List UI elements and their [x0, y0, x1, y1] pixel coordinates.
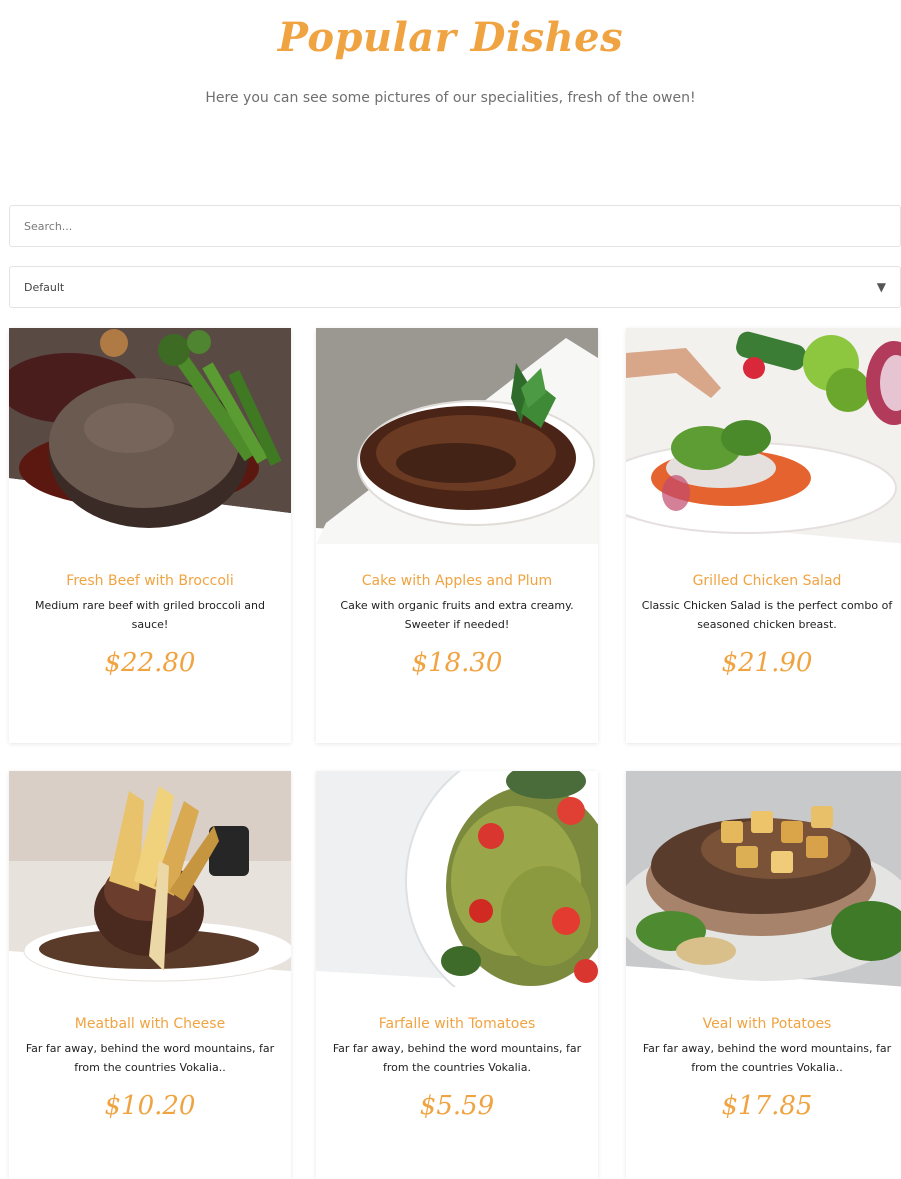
- meatball-photo: [9, 771, 291, 987]
- dish-price: $21.90: [721, 648, 813, 678]
- dish-price: $17.85: [721, 1091, 813, 1121]
- dish-info: Farfalle with Tomatoes Far far away, beh…: [316, 1015, 598, 1121]
- dish-description: Medium rare beef with griled broccoli an…: [35, 599, 265, 631]
- dish-info: Cake with Apples and Plum Cake with orga…: [316, 572, 598, 678]
- dish-card-farfalle[interactable]: Farfalle with Tomatoes Far far away, beh…: [316, 771, 598, 1179]
- dish-description: Far far away, behind the word mountains,…: [332, 1042, 582, 1074]
- dish-name: Fresh Beef with Broccoli: [66, 573, 234, 589]
- dish-card-chicken-salad[interactable]: Grilled Chicken Salad Classic Chicken Sa…: [626, 328, 901, 743]
- page-subtitle: Here you can see some pictures of our sp…: [205, 90, 696, 106]
- dish-card-veal[interactable]: Veal with Potatoes Far far away, behind …: [626, 771, 901, 1179]
- beef-broccoli-photo: [9, 328, 291, 544]
- creme-brulee-photo: [316, 328, 598, 544]
- search-input[interactable]: [9, 205, 901, 247]
- sort-select[interactable]: Default ▼: [9, 266, 901, 308]
- dish-name: Farfalle with Tomatoes: [378, 1016, 536, 1032]
- dish-name: Cake with Apples and Plum: [361, 573, 553, 589]
- dish-card-meatball[interactable]: Meatball with Cheese Far far away, behin…: [9, 771, 291, 1179]
- dish-info: Veal with Potatoes Far far away, behind …: [626, 1015, 901, 1121]
- dish-description: Far far away, behind the word mountains,…: [642, 1042, 892, 1074]
- dish-price: $18.30: [411, 648, 503, 678]
- dish-info: Meatball with Cheese Far far away, behin…: [9, 1015, 291, 1121]
- dish-info: Fresh Beef with Broccoli Medium rare bee…: [9, 572, 291, 678]
- dish-card-cake[interactable]: Cake with Apples and Plum Cake with orga…: [316, 328, 598, 743]
- dish-name: Grilled Chicken Salad: [692, 573, 842, 589]
- chevron-down-icon: ▼: [876, 280, 886, 294]
- dish-description: Far far away, behind the word mountains,…: [25, 1042, 275, 1074]
- veal-photo: [626, 771, 901, 987]
- page-title: Popular Dishes: [277, 14, 624, 61]
- dish-info: Grilled Chicken Salad Classic Chicken Sa…: [626, 572, 901, 678]
- dish-price: $10.20: [104, 1091, 196, 1121]
- dish-description: Classic Chicken Salad is the perfect com…: [641, 599, 893, 631]
- farfalle-photo: [316, 771, 598, 987]
- sort-selected-value: Default: [24, 280, 65, 294]
- dish-name: Veal with Potatoes: [702, 1016, 832, 1032]
- dish-card-beef-broccoli[interactable]: Fresh Beef with Broccoli Medium rare bee…: [9, 328, 291, 743]
- dish-price: $5.59: [419, 1091, 495, 1121]
- dish-name: Meatball with Cheese: [74, 1016, 226, 1032]
- dish-description: Cake with organic fruits and extra cream…: [340, 599, 574, 631]
- dish-price: $22.80: [104, 648, 196, 678]
- salad-photo: [626, 328, 901, 544]
- dish-grid: Fresh Beef with Broccoli Medium rare bee…: [9, 328, 901, 1179]
